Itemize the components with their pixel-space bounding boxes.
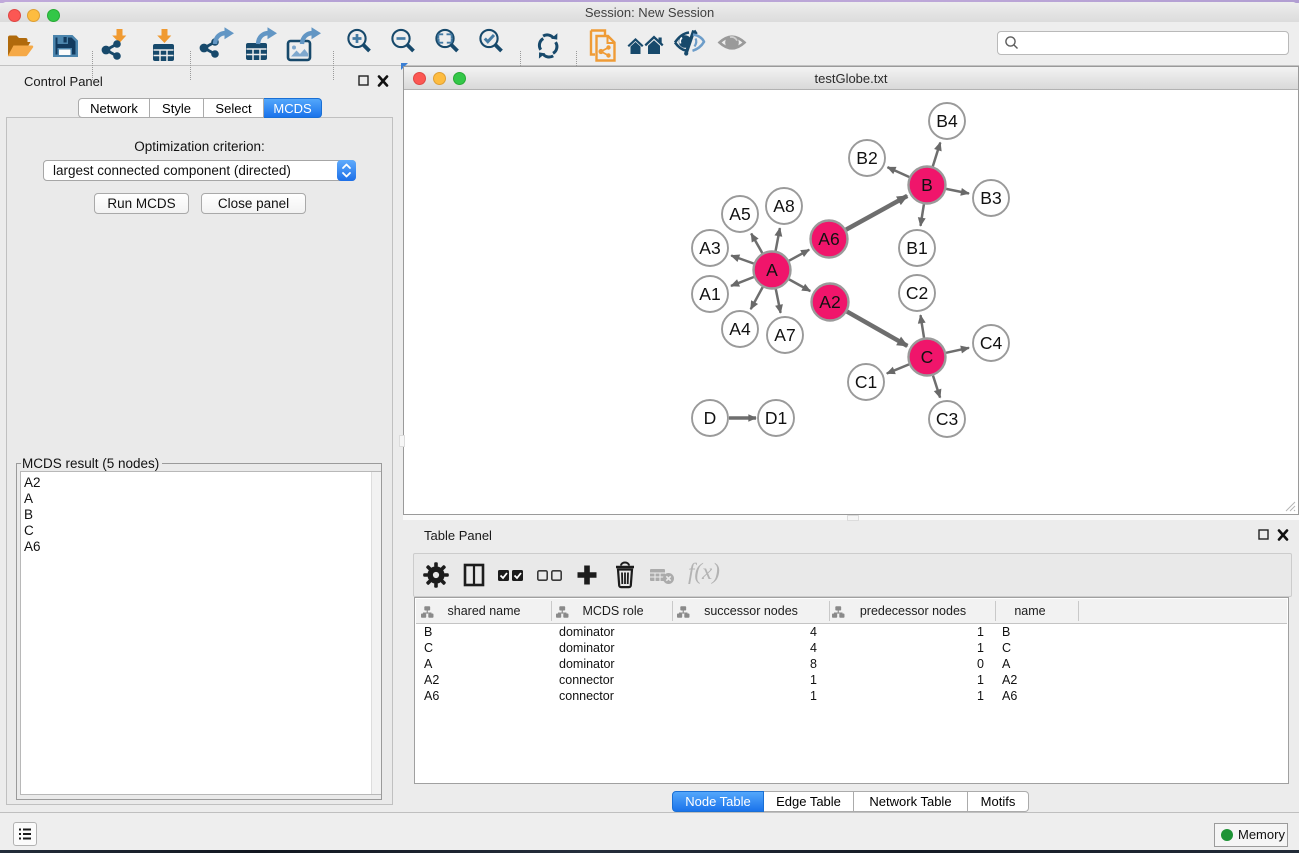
svg-text:A6: A6 [818,229,839,249]
svg-text:C: C [920,347,933,367]
svg-text:D1: D1 [764,408,786,428]
svg-text:B3: B3 [980,188,1001,208]
svg-text:C2: C2 [905,283,927,303]
svg-text:D: D [703,408,716,428]
svg-text:A8: A8 [773,196,794,216]
svg-text:C3: C3 [935,409,957,429]
svg-text:A: A [766,260,778,280]
svg-text:B2: B2 [856,148,877,168]
svg-text:B: B [921,175,933,195]
svg-text:A7: A7 [774,325,795,345]
svg-text:A5: A5 [729,204,750,224]
svg-text:A4: A4 [729,319,751,339]
svg-text:B4: B4 [936,111,958,131]
svg-text:A1: A1 [699,284,720,304]
svg-text:C4: C4 [979,333,1002,353]
svg-text:B1: B1 [906,238,927,258]
svg-text:C1: C1 [854,372,876,392]
svg-text:A2: A2 [819,292,840,312]
svg-text:A3: A3 [699,238,720,258]
